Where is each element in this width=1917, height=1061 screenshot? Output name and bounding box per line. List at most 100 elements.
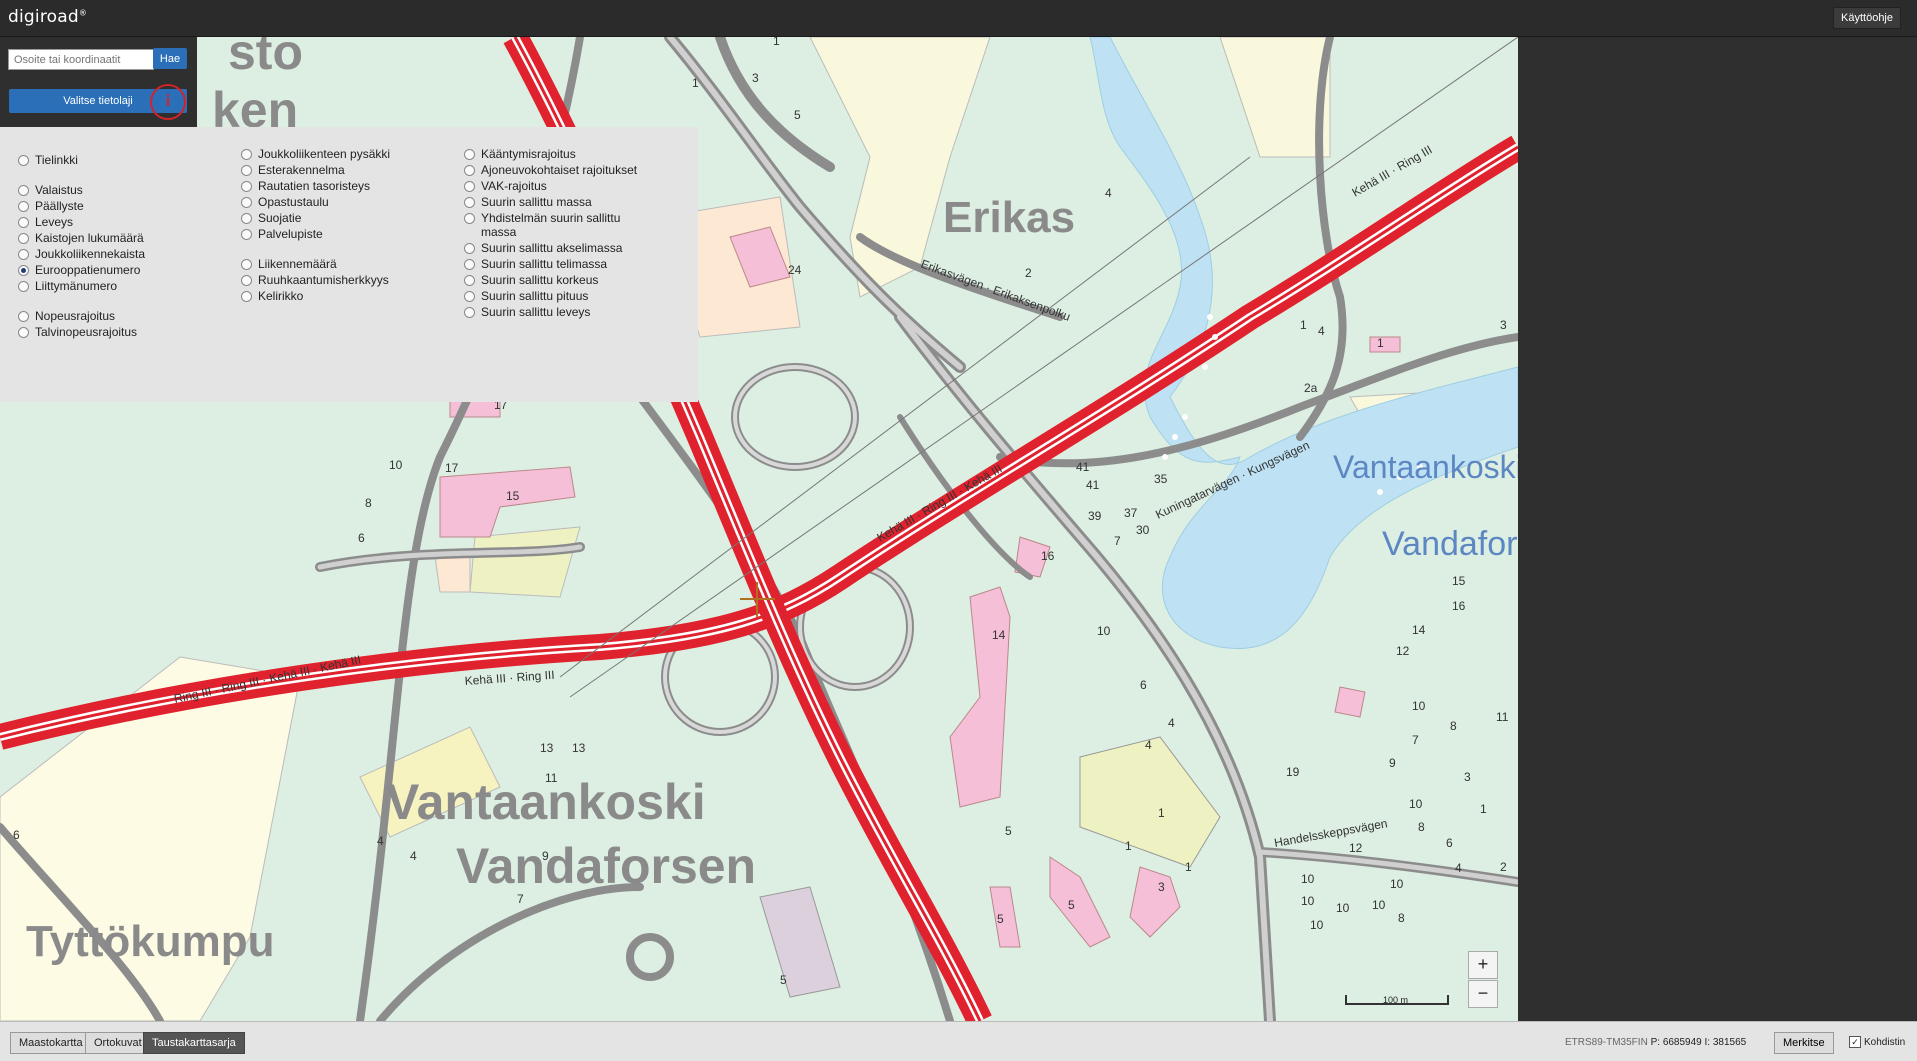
layer-radio[interactable] (18, 327, 29, 338)
layer-radio[interactable] (241, 291, 252, 302)
svg-text:15: 15 (506, 489, 520, 503)
layer-option[interactable]: Päällyste (18, 199, 84, 213)
layer-option-label: Nopeusrajoitus (35, 309, 116, 323)
svg-text:4: 4 (1455, 861, 1462, 875)
layer-option[interactable]: Tielinkki (18, 153, 78, 167)
layer-option[interactable]: Suurin sallittu korkeus (464, 273, 598, 287)
layer-radio[interactable] (241, 213, 252, 224)
layer-option-label: Valaistus (35, 183, 83, 197)
layer-option[interactable]: Liittymänumero (18, 279, 117, 293)
coord-i-label: I: (1704, 1037, 1711, 1048)
layer-radio[interactable] (241, 197, 252, 208)
layer-option-label: Eurooppatienumero (35, 263, 141, 277)
coord-p-value: 6685949 (1662, 1037, 1702, 1048)
layer-option[interactable]: Palvelupiste (241, 227, 323, 241)
layer-radio[interactable] (464, 275, 475, 286)
layer-radio[interactable] (241, 229, 252, 240)
layer-radio[interactable] (241, 165, 252, 176)
layer-option-label: Leveys (35, 215, 74, 229)
layer-radio[interactable] (464, 259, 475, 270)
svg-text:7: 7 (1412, 733, 1419, 747)
layer-radio[interactable] (18, 311, 29, 322)
svg-text:5: 5 (997, 912, 1004, 926)
layer-option[interactable]: Suurin sallittu pituus (464, 289, 588, 303)
search-input[interactable] (8, 49, 154, 70)
basemap-taustakarttasarja-button[interactable]: Taustakarttasarja (143, 1032, 245, 1054)
svg-text:4: 4 (377, 834, 384, 848)
crosshair-toggle[interactable]: ✓ Kohdistin (1849, 1036, 1905, 1048)
basemap-ortokuvat-button[interactable]: Ortokuvat (85, 1032, 151, 1054)
layer-option[interactable]: Eurooppatienumero (18, 263, 140, 277)
layer-option-label: Liikennemäärä (258, 257, 337, 271)
layer-option[interactable]: Nopeusrajoitus (18, 309, 115, 323)
layer-option[interactable]: Ajoneuvokohtaiset rajoitukset (464, 163, 637, 177)
layer-option[interactable]: Kääntymisrajoitus (464, 147, 576, 161)
map-label-erikas: Erikas (943, 193, 1076, 242)
svg-text:10: 10 (1301, 872, 1315, 886)
layer-option[interactable]: Suurin sallittu massa (464, 195, 592, 209)
svg-text:1: 1 (692, 76, 699, 90)
coord-i-value: 381565 (1712, 1037, 1747, 1048)
zoom-in-button[interactable]: + (1468, 951, 1498, 979)
layer-option[interactable]: Esterakennelma (241, 163, 345, 177)
layer-radio[interactable] (18, 201, 29, 212)
layer-radio[interactable] (464, 291, 475, 302)
layer-radio[interactable] (18, 249, 29, 260)
layer-radio[interactable] (18, 217, 29, 228)
layer-radio[interactable] (464, 165, 475, 176)
layer-option-label: Suurin sallittu leveys (481, 305, 591, 319)
map-label-tyttokumpu: Tyttökumpu (26, 917, 275, 966)
search-button[interactable]: Hae (153, 48, 187, 69)
layer-option[interactable]: Suurin sallittu akselimassa (464, 241, 622, 255)
layer-option[interactable]: Opastustaulu (241, 195, 329, 209)
layer-option-label: Ruuhkaantumisherkkyys (258, 273, 389, 287)
layer-option[interactable]: Valaistus (18, 183, 83, 197)
layer-radio[interactable] (464, 213, 475, 224)
map-label-vantaankoski: Vantaankoski (386, 774, 706, 830)
layer-option-label: Kaistojen lukumäärä (35, 231, 144, 245)
layer-radio[interactable] (18, 233, 29, 244)
svg-text:10: 10 (1412, 699, 1426, 713)
help-button[interactable]: Käyttöohje (1833, 7, 1901, 29)
layer-radio[interactable] (241, 181, 252, 192)
layer-option[interactable]: VAK-rajoitus (464, 179, 547, 193)
svg-text:30: 30 (1136, 523, 1150, 537)
svg-text:16: 16 (1452, 599, 1466, 613)
layer-radio[interactable] (18, 155, 29, 166)
layer-radio[interactable] (464, 149, 475, 160)
crosshair-checkbox[interactable]: ✓ (1849, 1036, 1861, 1048)
layer-radio[interactable] (241, 275, 252, 286)
mark-button[interactable]: Merkitse (1774, 1032, 1834, 1054)
layer-option[interactable]: Joukkoliikennekaista (18, 247, 145, 261)
layer-radio[interactable] (464, 181, 475, 192)
bottom-bar: Maastokartta Ortokuvat Taustakarttasarja… (0, 1021, 1917, 1061)
layer-option[interactable]: Joukkoliikenteen pysäkki (241, 147, 390, 161)
layer-option[interactable]: Suurin sallittu leveys (464, 305, 590, 319)
layer-radio[interactable] (18, 185, 29, 196)
layer-radio[interactable] (464, 307, 475, 318)
layer-option[interactable]: Ruuhkaantumisherkkyys (241, 273, 389, 287)
layer-radio[interactable] (241, 149, 252, 160)
layer-selection-panel: Tielinkki Valaistus Päällyste Leveys Kaistoj… (0, 127, 698, 402)
svg-text:2a: 2a (1304, 381, 1318, 395)
svg-text:10: 10 (1372, 898, 1386, 912)
layer-option[interactable]: Leveys (18, 215, 73, 229)
layer-radio[interactable] (464, 243, 475, 254)
svg-text:6: 6 (13, 828, 20, 842)
info-icon[interactable]: i (150, 84, 186, 120)
layer-option[interactable]: Suojatie (241, 211, 301, 225)
layer-option[interactable]: Yhdistelmän suurin sallittu massa (464, 211, 644, 239)
layer-option[interactable]: Rautatien tasoristeys (241, 179, 370, 193)
svg-text:5: 5 (794, 108, 801, 122)
zoom-out-button[interactable]: − (1468, 980, 1498, 1008)
layer-radio[interactable] (18, 265, 29, 276)
layer-option[interactable]: Talvinopeusrajoitus (18, 325, 137, 339)
layer-option[interactable]: Suurin sallittu telimassa (464, 257, 607, 271)
layer-radio[interactable] (18, 281, 29, 292)
layer-radio[interactable] (464, 197, 475, 208)
layer-option[interactable]: Kelirikko (241, 289, 303, 303)
layer-radio[interactable] (241, 259, 252, 270)
layer-option[interactable]: Kaistojen lukumäärä (18, 231, 144, 245)
basemap-maastokartta-button[interactable]: Maastokartta (10, 1032, 92, 1054)
layer-option[interactable]: Liikennemäärä (241, 257, 337, 271)
